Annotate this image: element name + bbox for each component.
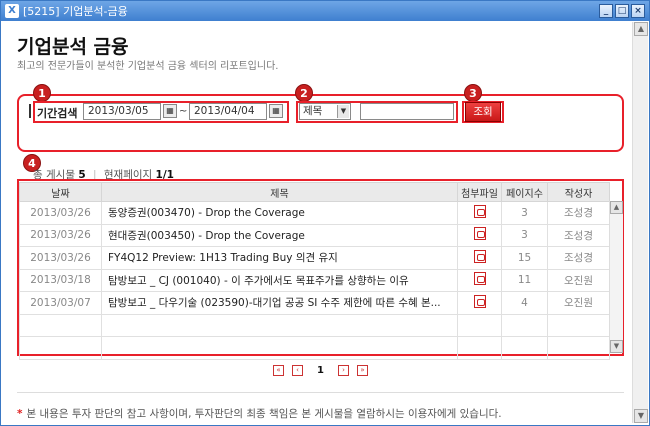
column-header-author[interactable]: 작성자 [547,182,610,202]
prev-page-button[interactable]: ‹ [292,365,303,376]
table-header: 날짜 제목 첨부파일 페이지수 작성자 [19,182,610,202]
row-date: 2013/03/26 [19,246,102,270]
scroll-up-icon[interactable]: ▲ [610,201,623,214]
column-header-date[interactable]: 날짜 [19,182,102,202]
row-pages: 3 [501,201,548,225]
keyword-input[interactable] [360,103,454,120]
report-table: 날짜 제목 첨부파일 페이지수 작성자 2013/03/26 동양증권(0034… [19,182,610,360]
page-title: 기업분석 금융 [17,36,129,58]
table-row[interactable]: 2013/03/26 FY4Q12 Preview: 1H13 Trading … [19,246,610,270]
column-header-attachment[interactable]: 첨부파일 [457,182,502,202]
period-label: 기간검색 [37,107,78,120]
table-row[interactable]: 2013/03/26 동양증권(003470) - Drop the Cover… [19,201,610,225]
row-pages: 3 [501,223,548,247]
marker-3: 3 [464,84,482,102]
scroll-down-icon[interactable]: ▼ [610,340,623,353]
row-title[interactable]: 탐방보고 _ 다우기술 (023590)-대기업 공공 SI 수주 제한에 따른… [101,291,458,315]
row-attachment[interactable] [457,268,502,292]
pdf-icon[interactable] [473,249,486,263]
row-title[interactable]: 탐방보고 _ CJ (001040) - 이 주가에서도 목표주가를 상향하는 … [101,268,458,292]
marker-2: 2 [295,84,313,102]
row-title[interactable]: 현대증권(003450) - Drop the Coverage [101,223,458,247]
table-row[interactable]: 2013/03/26 현대증권(003450) - Drop the Cover… [19,223,610,247]
row-attachment[interactable] [457,223,502,247]
window-scrollbar[interactable]: ▲ ▼ [632,22,648,423]
empty-row [19,313,610,337]
marker-1: 1 [33,84,51,102]
main-content: 기업분석 금융 최고의 전문가들이 분석한 기업분석 금융 섹터의 리포트입니다… [3,22,631,423]
column-header-title[interactable]: 제목 [101,182,458,202]
table-scrollbar[interactable]: ▲ ▼ [609,201,623,353]
row-date: 2013/03/26 [19,201,102,225]
app-window: X [5215] 기업분석-금융 _ □ × ▲ ▼ 기업분석 금융 최고의 전… [0,0,650,426]
pdf-icon[interactable] [473,227,486,241]
row-pages: 15 [501,246,548,270]
search-button[interactable]: 조회 [465,102,501,122]
next-page-button[interactable]: › [337,365,349,376]
minimize-button[interactable]: _ [599,4,613,18]
pdf-icon[interactable] [473,294,486,308]
maximize-button[interactable]: □ [615,4,629,18]
calendar-icon[interactable]: ▦ [269,104,283,118]
disclaimer: * 본 내용은 투자 판단의 참고 사항이며, 투자판단의 최종 책임은 본 게시… [17,406,502,421]
row-author: 오진원 [547,291,610,315]
app-icon: X [5,4,19,18]
field-select-value: 제목 [303,105,323,117]
scroll-down-icon[interactable]: ▼ [634,409,648,423]
row-pages: 11 [501,268,548,292]
period-bullet [29,104,31,118]
table-row[interactable]: 2013/03/07 탐방보고 _ 다우기술 (023590)-대기업 공공 S… [19,291,610,315]
window-title: [5215] 기업분석-금융 [23,5,128,18]
notice-text: 본 내용은 투자 판단의 참고 사항이며, 투자판단의 최종 책임은 본 게시물… [26,408,502,420]
row-author: 오진원 [547,268,610,292]
pdf-icon[interactable] [473,272,486,286]
row-title[interactable]: 동양증권(003470) - Drop the Coverage [101,201,458,225]
field-select[interactable]: 제목 ▼ [299,103,351,120]
scroll-up-icon[interactable]: ▲ [634,22,648,36]
close-button[interactable]: × [631,4,645,18]
pdf-icon[interactable] [473,204,486,218]
empty-row [19,336,610,360]
last-page-button[interactable]: » [356,365,368,376]
row-attachment[interactable] [457,201,502,225]
date-separator: ~ [179,106,188,117]
pagination: « ‹ 1 › » [273,365,368,376]
date-from-input[interactable]: 2013/03/05 [83,103,161,120]
first-page-button[interactable]: « [273,365,284,376]
dropdown-arrow-icon[interactable]: ▼ [337,105,349,118]
column-header-pages[interactable]: 페이지수 [501,182,548,202]
page-subtitle: 최고의 전문가들이 분석한 기업분석 금융 섹터의 리포트입니다. [17,61,279,72]
row-title[interactable]: FY4Q12 Preview: 1H13 Trading Buy 의견 유지 [101,246,458,270]
date-to-input[interactable]: 2013/04/04 [189,103,267,120]
row-author: 조성경 [547,223,610,247]
row-date: 2013/03/18 [19,268,102,292]
notice-star: * [17,408,23,420]
row-attachment[interactable] [457,291,502,315]
table-row[interactable]: 2013/03/18 탐방보고 _ CJ (001040) - 이 주가에서도 … [19,268,610,292]
calendar-icon[interactable]: ▦ [163,104,177,118]
row-pages: 4 [501,291,548,315]
row-date: 2013/03/26 [19,223,102,247]
row-author: 조성경 [547,246,610,270]
title-bar[interactable]: X [5215] 기업분석-금융 _ □ × [1,1,649,21]
row-attachment[interactable] [457,246,502,270]
window-controls: _ □ × [599,4,645,18]
current-page[interactable]: 1 [311,365,330,376]
divider [17,392,624,393]
row-author: 조성경 [547,201,610,225]
row-date: 2013/03/07 [19,291,102,315]
